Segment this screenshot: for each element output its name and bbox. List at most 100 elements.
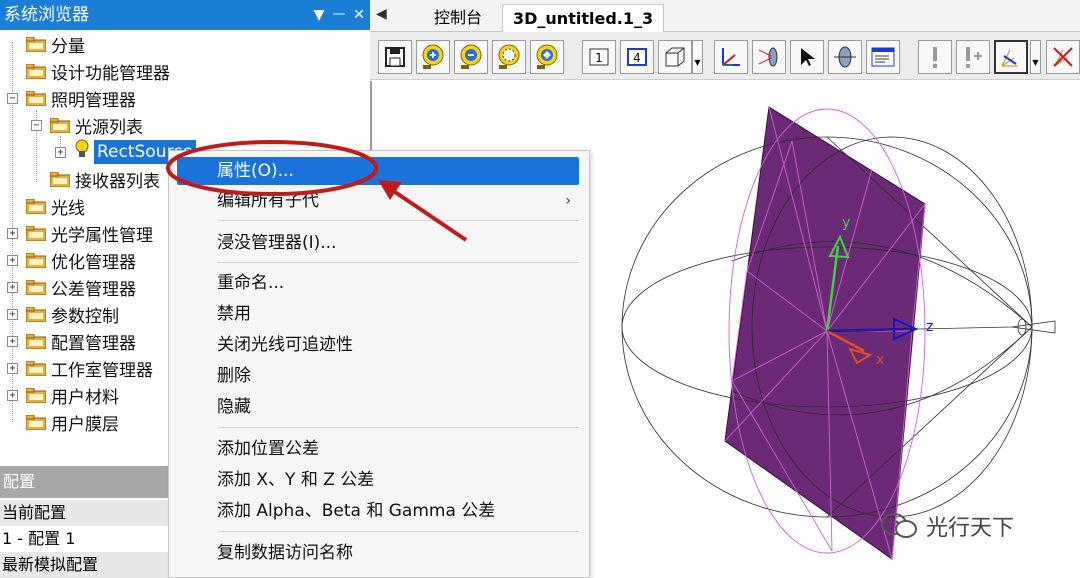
zoom-fit-icon	[536, 44, 558, 69]
expand-toggle[interactable]: +	[7, 336, 18, 347]
tree-item-studio-manager[interactable]: 工作室管理器	[26, 355, 153, 382]
menu-item-hide[interactable]: 隐藏	[169, 393, 589, 421]
axis-y-label: y	[842, 215, 850, 231]
alert-button[interactable]	[918, 40, 952, 74]
tree-item-configuration-manager[interactable]: 配置管理器	[26, 328, 136, 355]
tree-item-user-coatings[interactable]: 用户膜层	[26, 409, 119, 436]
chevron-down-icon: ▼	[694, 58, 701, 67]
alert-add-button[interactable]	[956, 40, 990, 74]
tab-scroll-left-icon[interactable]: ◀	[376, 6, 387, 22]
expand-toggle[interactable]: +	[7, 255, 18, 266]
box-view-dropdown[interactable]: ▼	[692, 40, 703, 74]
menu-item-disable-ray-traceability[interactable]: 关闭光线可追迹性	[169, 331, 589, 359]
zoom-out-icon	[460, 44, 482, 69]
wire-box-icon	[665, 47, 685, 67]
tab-console[interactable]: 控制台	[424, 4, 492, 32]
tree-item-design-feature-manager[interactable]: 设计功能管理器	[26, 58, 170, 85]
chevron-right-icon: ›	[565, 193, 571, 209]
tree-item-rays[interactable]: 光线	[26, 193, 85, 220]
expand-toggle[interactable]: +	[55, 147, 66, 158]
expand-toggle[interactable]: +	[7, 363, 18, 374]
tree-item-label: 光学属性管理	[51, 226, 153, 246]
clear-rays-button[interactable]	[1046, 40, 1080, 74]
tree-item-label: 用户材料	[51, 388, 119, 408]
ray-display-button[interactable]	[994, 40, 1028, 74]
lightbulb-icon	[74, 139, 90, 164]
watermark: 光行天下	[880, 510, 1014, 542]
tab-3d-view[interactable]: 3D_untitled.1_3	[502, 4, 665, 32]
folder-icon	[50, 118, 70, 133]
tree-item-source-list[interactable]: 光源列表	[50, 112, 143, 139]
tree-item-components[interactable]: 分量	[26, 31, 85, 58]
folder-icon	[26, 361, 46, 376]
menu-item-delete[interactable]: 删除	[169, 362, 589, 390]
menu-item-copy-data-access-name[interactable]: 复制数据访问名称	[169, 539, 589, 567]
collapse-toggle[interactable]: −	[7, 93, 18, 104]
zoom-window-button[interactable]	[492, 40, 526, 74]
tree-item-receiver-list[interactable]: 接收器列表	[50, 166, 160, 193]
menu-item-disable[interactable]: 禁用	[169, 300, 589, 328]
axes-button[interactable]	[714, 40, 748, 74]
menu-item-edit-all-children[interactable]: 编辑所有子代 ›	[169, 187, 589, 215]
folder-icon	[26, 226, 46, 241]
tree-item-label: 分量	[51, 37, 85, 57]
menu-item-immersion-manager[interactable]: 浸没管理器(I)...	[169, 229, 589, 257]
menu-item-properties[interactable]: 属性(O)...	[177, 157, 579, 185]
tree-item-label: 接收器列表	[75, 172, 160, 192]
window-icon	[871, 47, 895, 67]
ray-fan-icon	[1001, 49, 1018, 67]
current-config-label: 当前配置	[0, 500, 168, 526]
expand-toggle[interactable]: +	[7, 309, 18, 320]
tree-item-tolerance-manager[interactable]: 公差管理器	[26, 274, 136, 301]
ray-trace-icon	[758, 47, 778, 67]
ray-trace-button[interactable]	[752, 40, 786, 74]
menu-item-add-xyz-tolerance[interactable]: 添加 X、Y 和 Z 公差	[169, 466, 589, 494]
expand-toggle[interactable]: +	[7, 390, 18, 401]
zoom-out-button[interactable]	[454, 40, 488, 74]
pin-icon[interactable]: ᅳ	[332, 0, 346, 30]
current-config-value[interactable]: 1 - 配置 1	[0, 526, 168, 552]
tree-item-illumination-manager[interactable]: 照明管理器	[26, 85, 136, 112]
folder-icon	[26, 253, 46, 268]
menu-item-add-position-tolerance[interactable]: 添加位置公差	[169, 435, 589, 463]
folder-icon	[26, 64, 46, 79]
box-view-button[interactable]	[658, 40, 692, 74]
config-section-header: 配置	[0, 466, 168, 498]
axes-icon	[722, 48, 740, 66]
select-button[interactable]	[790, 40, 824, 74]
tree-item-user-materials[interactable]: 用户材料	[26, 382, 119, 409]
menu-item-rename[interactable]: 重命名...	[169, 269, 589, 297]
chevron-down-icon: ▼	[1032, 58, 1039, 67]
folder-icon	[26, 307, 46, 322]
tree-item-optical-property-manager[interactable]: 光学属性管理	[26, 220, 153, 247]
folder-icon	[50, 172, 70, 187]
exclamation-plus-icon	[966, 47, 982, 68]
system-browser-title: 系统浏览器	[4, 5, 89, 25]
zoom-in-button[interactable]	[416, 40, 450, 74]
zoom-fit-button[interactable]	[530, 40, 564, 74]
quad-view-number: 4	[633, 51, 641, 65]
axis-z-label: z	[926, 319, 933, 335]
close-icon[interactable]: ✕	[352, 0, 366, 30]
exclamation-icon	[933, 47, 937, 68]
properties-window-button[interactable]	[866, 40, 900, 74]
panel-menu-icon[interactable]: ▼	[312, 0, 326, 30]
tree-item-label: 优化管理器	[51, 253, 136, 273]
expand-toggle[interactable]: +	[7, 228, 18, 239]
save-button[interactable]	[378, 40, 412, 74]
single-view-button[interactable]: 1	[582, 40, 616, 74]
ray-display-dropdown[interactable]: ▼	[1030, 40, 1041, 74]
collapse-toggle[interactable]: −	[31, 120, 42, 131]
folder-icon	[26, 388, 46, 403]
expand-toggle[interactable]: +	[7, 282, 18, 293]
wechat-logo-icon	[881, 513, 917, 538]
tree-item-parameter-control[interactable]: 参数控制	[26, 301, 119, 328]
tree-item-label: 光源列表	[75, 118, 143, 138]
menu-item-add-alpha-beta-gamma-tolerance[interactable]: 添加 Alpha、Beta 和 Gamma 公差	[169, 497, 589, 525]
lens-button[interactable]	[828, 40, 862, 74]
quad-view-icon: 4	[627, 48, 647, 66]
clear-rays-icon	[1053, 47, 1073, 67]
single-view-icon: 1	[589, 48, 609, 66]
quad-view-button[interactable]: 4	[620, 40, 654, 74]
tree-item-optimization-manager[interactable]: 优化管理器	[26, 247, 136, 274]
